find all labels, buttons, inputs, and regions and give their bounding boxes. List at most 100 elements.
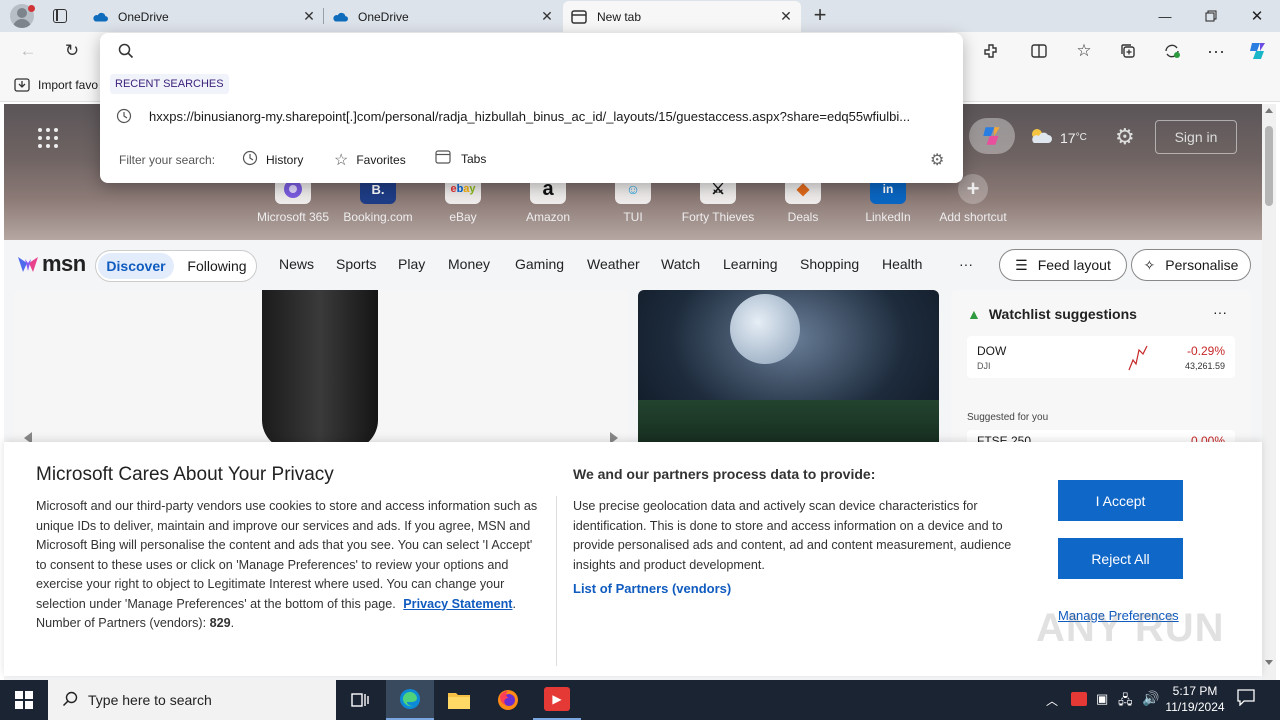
nav-play[interactable]: Play bbox=[398, 256, 425, 272]
performance-icon[interactable] bbox=[1157, 36, 1187, 66]
address-input[interactable] bbox=[144, 37, 944, 65]
stock-price: 43,261.59 bbox=[1184, 361, 1225, 371]
recent-heading-label: RECENT SEARCHES bbox=[115, 78, 224, 90]
edge-taskbar-icon[interactable] bbox=[386, 680, 434, 720]
volume-icon[interactable]: 🔊 bbox=[1142, 690, 1159, 707]
firefox-icon[interactable] bbox=[484, 680, 532, 720]
close-icon[interactable]: ✕ bbox=[302, 9, 316, 23]
msn-logo-text: msn bbox=[42, 251, 86, 276]
nav-more-icon[interactable]: ··· bbox=[959, 256, 973, 272]
tab-discover-label: Discover bbox=[106, 258, 166, 274]
feed-layout-label: Feed layout bbox=[1037, 257, 1111, 273]
collections-icon[interactable] bbox=[1113, 36, 1143, 66]
sliders-icon: ☰ bbox=[1015, 256, 1028, 273]
scroll-down-icon[interactable] bbox=[1265, 660, 1273, 665]
settings-gear-icon[interactable]: ⚙ bbox=[1115, 124, 1135, 150]
task-view-icon[interactable] bbox=[336, 680, 384, 720]
tab-title: OneDrive bbox=[118, 9, 169, 24]
minimize-button[interactable]: — bbox=[1142, 0, 1188, 32]
reject-all-button[interactable]: Reject All bbox=[1058, 538, 1183, 579]
copilot-icon[interactable] bbox=[1243, 36, 1273, 66]
shortcut-label: TUI bbox=[623, 210, 643, 224]
nav-shopping[interactable]: Shopping bbox=[800, 256, 859, 272]
filter-favorites[interactable]: ☆ Favorites bbox=[334, 150, 406, 170]
tabs-icon bbox=[435, 150, 451, 167]
suggested-label: Suggested for you bbox=[967, 412, 1049, 423]
nav-weather[interactable]: Weather bbox=[587, 256, 640, 272]
weather-widget[interactable]: 17 °C bbox=[1028, 128, 1087, 147]
close-window-button[interactable]: ✕ bbox=[1234, 0, 1280, 32]
extensions-icon[interactable] bbox=[976, 36, 1006, 66]
tab-onedrive-1[interactable]: OneDrive ✕ bbox=[84, 1, 324, 32]
nav-watch[interactable]: Watch bbox=[661, 256, 700, 272]
nav-learning[interactable]: Learning bbox=[723, 256, 778, 272]
clock[interactable]: 5:17 PM 11/19/2024 bbox=[1162, 683, 1228, 715]
scrollbar-thumb[interactable] bbox=[1265, 126, 1273, 206]
news-card-fashion[interactable] bbox=[14, 290, 628, 450]
filter-history-label: History bbox=[266, 152, 304, 167]
nav-money[interactable]: Money bbox=[448, 256, 490, 272]
anyrun-watermark: ANY RUN bbox=[1036, 606, 1225, 651]
apps-grid-icon[interactable] bbox=[38, 128, 58, 148]
stock-symbol: DOW bbox=[977, 344, 1007, 358]
taskbar-search-box[interactable]: Type here to search bbox=[48, 680, 336, 720]
shortcut-label: Deals bbox=[787, 210, 819, 224]
filter-history[interactable]: History bbox=[242, 150, 303, 169]
msn-logo[interactable]: msn bbox=[16, 251, 86, 277]
close-icon[interactable]: ✕ bbox=[779, 9, 793, 23]
football-image bbox=[730, 294, 800, 364]
refresh-icon[interactable]: ↻ bbox=[57, 36, 87, 66]
split-screen-icon[interactable] bbox=[1024, 36, 1054, 66]
tray-device-icon[interactable]: ▣ bbox=[1096, 691, 1108, 707]
tab-following[interactable]: Following bbox=[180, 253, 254, 279]
notifications-icon[interactable] bbox=[1236, 688, 1256, 709]
filter-tabs[interactable]: Tabs bbox=[435, 150, 486, 167]
tab-onedrive-2[interactable]: OneDrive ✕ bbox=[324, 1, 562, 32]
tab-actions-icon[interactable] bbox=[50, 6, 70, 26]
partners-list-link[interactable]: List of Partners (vendors) bbox=[573, 581, 731, 596]
recent-searches-heading: RECENT SEARCHES bbox=[110, 74, 229, 94]
watchlist-more-icon[interactable]: ··· bbox=[1213, 304, 1227, 320]
import-favorites-button[interactable]: Import favo bbox=[14, 78, 98, 92]
sign-in-button[interactable]: Sign in bbox=[1155, 120, 1237, 154]
restore-button[interactable] bbox=[1188, 0, 1234, 32]
privacy-statement-link[interactable]: Privacy Statement bbox=[403, 597, 512, 611]
filter-label: Filter your search: bbox=[119, 153, 216, 167]
privacy-right-title: We and our partners process data to prov… bbox=[573, 466, 876, 482]
nav-health[interactable]: Health bbox=[882, 256, 922, 272]
close-icon[interactable]: ✕ bbox=[540, 9, 554, 23]
scrollbar[interactable] bbox=[1262, 104, 1276, 680]
history-icon bbox=[242, 150, 258, 169]
nav-sports[interactable]: Sports bbox=[336, 256, 376, 272]
anyrun-taskbar-icon[interactable]: ▶ bbox=[533, 680, 581, 720]
add-icon: + bbox=[958, 174, 988, 204]
accept-button[interactable]: I Accept bbox=[1058, 480, 1183, 521]
tab-discover[interactable]: Discover bbox=[98, 253, 174, 279]
scroll-up-icon[interactable] bbox=[1265, 108, 1273, 113]
nav-news[interactable]: News bbox=[279, 256, 314, 272]
search-settings-gear-icon[interactable]: ⚙ bbox=[930, 150, 944, 170]
favorites-icon[interactable]: ☆ bbox=[1069, 36, 1099, 66]
personalise-button[interactable]: ✧ Personalise bbox=[1131, 249, 1251, 281]
show-hidden-icons[interactable]: ︿ bbox=[1046, 692, 1058, 709]
news-card-football[interactable] bbox=[638, 290, 939, 450]
recent-search-item[interactable]: hxxps://binusianorg-my.sharepoint[.]com/… bbox=[100, 101, 963, 131]
newtab-icon bbox=[571, 9, 587, 25]
stock-sparkline bbox=[1128, 345, 1148, 371]
network-icon[interactable]: 🖧 bbox=[1118, 691, 1133, 713]
file-explorer-icon[interactable] bbox=[435, 680, 483, 720]
nav-gaming[interactable]: Gaming bbox=[515, 256, 564, 272]
copilot-icon[interactable] bbox=[969, 118, 1015, 154]
windows-start-icon[interactable] bbox=[0, 680, 48, 720]
recent-search-url: hxxps://binusianorg-my.sharepoint[.]com/… bbox=[149, 108, 911, 124]
watermark-text: ANY RUN bbox=[1036, 606, 1225, 650]
privacy-divider bbox=[556, 496, 557, 666]
tab-new-tab[interactable]: New tab ✕ bbox=[563, 1, 801, 32]
anyrun-tray-icon[interactable] bbox=[1071, 692, 1087, 706]
back-icon[interactable]: ← bbox=[13, 36, 43, 66]
feed-layout-button[interactable]: ☰ Feed layout bbox=[999, 249, 1127, 281]
shortcut-label: Amazon bbox=[525, 210, 571, 224]
new-tab-button[interactable]: + bbox=[808, 4, 832, 28]
stock-row-dow[interactable]: DOW DJI -0.29% 43,261.59 bbox=[967, 336, 1235, 378]
more-options-icon[interactable]: ··· bbox=[1201, 36, 1231, 66]
